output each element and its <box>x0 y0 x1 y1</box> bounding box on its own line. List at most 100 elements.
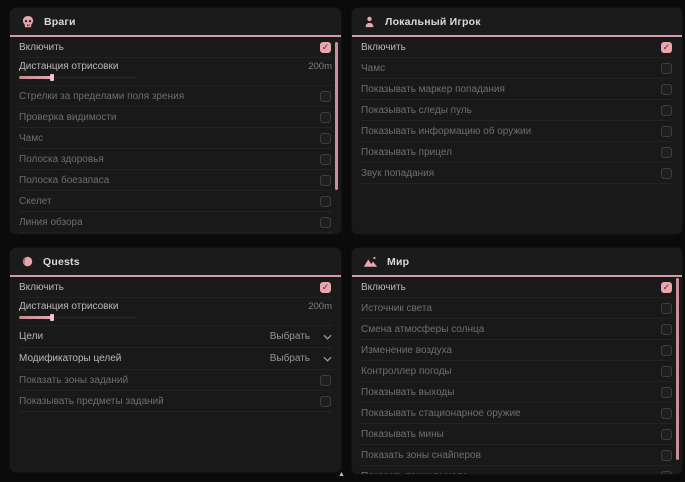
dropdown[interactable]: Выбрать <box>270 353 332 364</box>
mountain-icon <box>363 255 378 268</box>
setting-row-toggle[interactable]: Показывать информацию об оружии <box>361 121 673 142</box>
panel-body: Включить ✓ Дистанция отрисовки200m ЦелиВыбр… <box>10 277 341 412</box>
setting-row-select[interactable]: ЦелиВыбрать <box>19 326 332 348</box>
checkbox-unchecked[interactable] <box>661 303 672 314</box>
setting-label: Контроллер погоды <box>361 366 452 377</box>
checkbox-unchecked[interactable] <box>320 217 331 228</box>
setting-row-toggle[interactable]: Линия обзора <box>19 212 332 233</box>
setting-label: Включить <box>19 42 64 53</box>
setting-row-toggle[interactable]: Показывать мины <box>361 424 673 445</box>
setting-row-toggle[interactable]: Изменение воздуха <box>361 340 673 361</box>
setting-row-toggle[interactable]: Включить ✓ <box>361 37 673 58</box>
checkbox-unchecked[interactable] <box>320 133 331 144</box>
setting-row-toggle[interactable]: Чамс <box>19 128 332 149</box>
panel-header: Мир <box>352 248 682 277</box>
setting-row-toggle[interactable]: Показывать маркер попадания <box>361 79 673 100</box>
setting-row-toggle[interactable]: Стрелки за пределами поля зрения <box>19 86 332 107</box>
setting-label: Чамс <box>361 63 385 74</box>
setting-row-toggle[interactable]: Включить ✓ <box>361 277 673 298</box>
slider-thumb[interactable] <box>50 314 54 321</box>
checkbox-unchecked[interactable] <box>661 84 672 95</box>
setting-label: Показывать выходы <box>361 387 454 398</box>
setting-row-toggle[interactable]: Показывать стационарное оружие <box>361 403 673 424</box>
setting-row-toggle[interactable]: Показать зоны заданий <box>19 370 332 391</box>
setting-row-toggle[interactable]: Скелет <box>19 191 332 212</box>
setting-label: Звук попадания <box>361 168 434 179</box>
scroll-indicator-icon[interactable]: ▲ <box>338 471 345 478</box>
setting-label: Полоска боезапаса <box>19 175 109 186</box>
checkbox-unchecked[interactable] <box>661 324 672 335</box>
setting-label: Проверка видимости <box>19 112 117 123</box>
checkbox-unchecked[interactable] <box>661 345 672 356</box>
panel-title: Локальный Игрок <box>385 16 481 28</box>
panel-header: Локальный Игрок <box>352 8 682 37</box>
checkbox-unchecked[interactable] <box>661 450 672 461</box>
checkbox-unchecked[interactable] <box>661 105 672 116</box>
setting-row-toggle[interactable]: Показать зоны снайперов <box>361 445 673 466</box>
setting-row-select[interactable]: Модификаторы целейВыбрать <box>19 348 332 370</box>
checkbox-unchecked[interactable] <box>320 396 331 407</box>
setting-label: Скелет <box>19 196 52 207</box>
setting-label: Включить <box>361 282 406 293</box>
setting-label: Показывать информацию об оружии <box>361 126 531 137</box>
setting-row-toggle[interactable]: Источник света <box>361 298 673 319</box>
checkbox-checked[interactable]: ✓ <box>320 42 331 53</box>
checkbox-checked[interactable]: ✓ <box>661 282 672 293</box>
setting-row-toggle[interactable]: Показывать прицел <box>361 142 673 163</box>
slider-thumb[interactable] <box>50 74 54 81</box>
checkbox-unchecked[interactable] <box>661 408 672 419</box>
panel-body: Включить ✓ Источник светаСмена атмосферы с… <box>352 277 682 474</box>
checkbox-unchecked[interactable] <box>320 154 331 165</box>
checkbox-checked[interactable]: ✓ <box>320 282 331 293</box>
setting-label: Показать зоны заданий <box>19 375 128 386</box>
checkbox-unchecked[interactable] <box>661 126 672 137</box>
slider-track[interactable] <box>19 76 137 79</box>
setting-row-toggle[interactable]: Включить ✓ <box>19 37 332 58</box>
setting-row-toggle[interactable]: Показывать выходы <box>361 382 673 403</box>
checkbox-unchecked[interactable] <box>661 366 672 377</box>
setting-row-toggle[interactable]: Чамс <box>361 58 673 79</box>
checkbox-unchecked[interactable] <box>661 387 672 398</box>
checkbox-unchecked[interactable] <box>320 175 331 186</box>
panel-enemies: Враги Включить✓Дистанция отрисовки200mСт… <box>10 8 341 234</box>
setting-row-toggle[interactable]: Включить ✓ <box>19 277 332 298</box>
scrollbar-thumb[interactable] <box>676 278 679 460</box>
setting-row-toggle[interactable]: Показать точки выхода <box>361 466 673 474</box>
setting-label: Включить <box>19 282 64 293</box>
panel-title: Quests <box>43 256 80 268</box>
setting-row-toggle[interactable]: Проверка видимости <box>19 107 332 128</box>
checkbox-unchecked[interactable] <box>661 147 672 158</box>
scrollbar-thumb[interactable] <box>335 42 338 190</box>
setting-label: Показывать мины <box>361 429 444 440</box>
quest-circle-icon <box>21 255 34 268</box>
checkbox-unchecked[interactable] <box>661 471 672 475</box>
setting-row-toggle[interactable]: Полоска здоровья <box>19 149 332 170</box>
slider-track[interactable] <box>19 316 137 319</box>
panel-body: Включить ✓ Чамс Показывать маркер попадания… <box>352 37 682 184</box>
dropdown[interactable]: Выбрать <box>270 331 332 342</box>
chevron-down-icon <box>323 356 332 362</box>
checkbox-unchecked[interactable] <box>320 112 331 123</box>
setting-row-toggle[interactable]: Показывать предметы заданий <box>19 391 332 412</box>
checkbox-unchecked[interactable] <box>661 63 672 74</box>
setting-label: Показывать предметы заданий <box>19 396 164 407</box>
setting-label: Включить <box>361 42 406 53</box>
setting-row-toggle[interactable]: Полоска боезапаса <box>19 170 332 191</box>
setting-row-toggle[interactable]: Показывать следы пуль <box>361 100 673 121</box>
panel-header: Враги <box>10 8 341 37</box>
checkbox-unchecked[interactable] <box>320 375 331 386</box>
panel-quests: Quests Включить ✓ Дистанция отрисовки200m Ц… <box>10 248 341 472</box>
checkbox-unchecked[interactable] <box>320 196 331 207</box>
setting-row-toggle[interactable]: Звук попадания <box>361 163 673 184</box>
checkbox-unchecked[interactable] <box>661 168 672 179</box>
setting-row-toggle[interactable]: Смена атмосферы солнца <box>361 319 673 340</box>
slider-header: Дистанция отрисовки200m <box>19 301 332 312</box>
checkbox-checked[interactable]: ✓ <box>661 42 672 53</box>
setting-row-toggle[interactable]: Показывать следы пуль <box>19 233 332 234</box>
checkbox-unchecked[interactable] <box>320 91 331 102</box>
setting-row-toggle[interactable]: Контроллер погоды <box>361 361 673 382</box>
dropdown-value: Выбрать <box>270 353 310 364</box>
checkbox-unchecked[interactable] <box>661 429 672 440</box>
slider-value: 200m <box>308 301 332 312</box>
setting-label: Показать точки выхода <box>361 471 468 475</box>
